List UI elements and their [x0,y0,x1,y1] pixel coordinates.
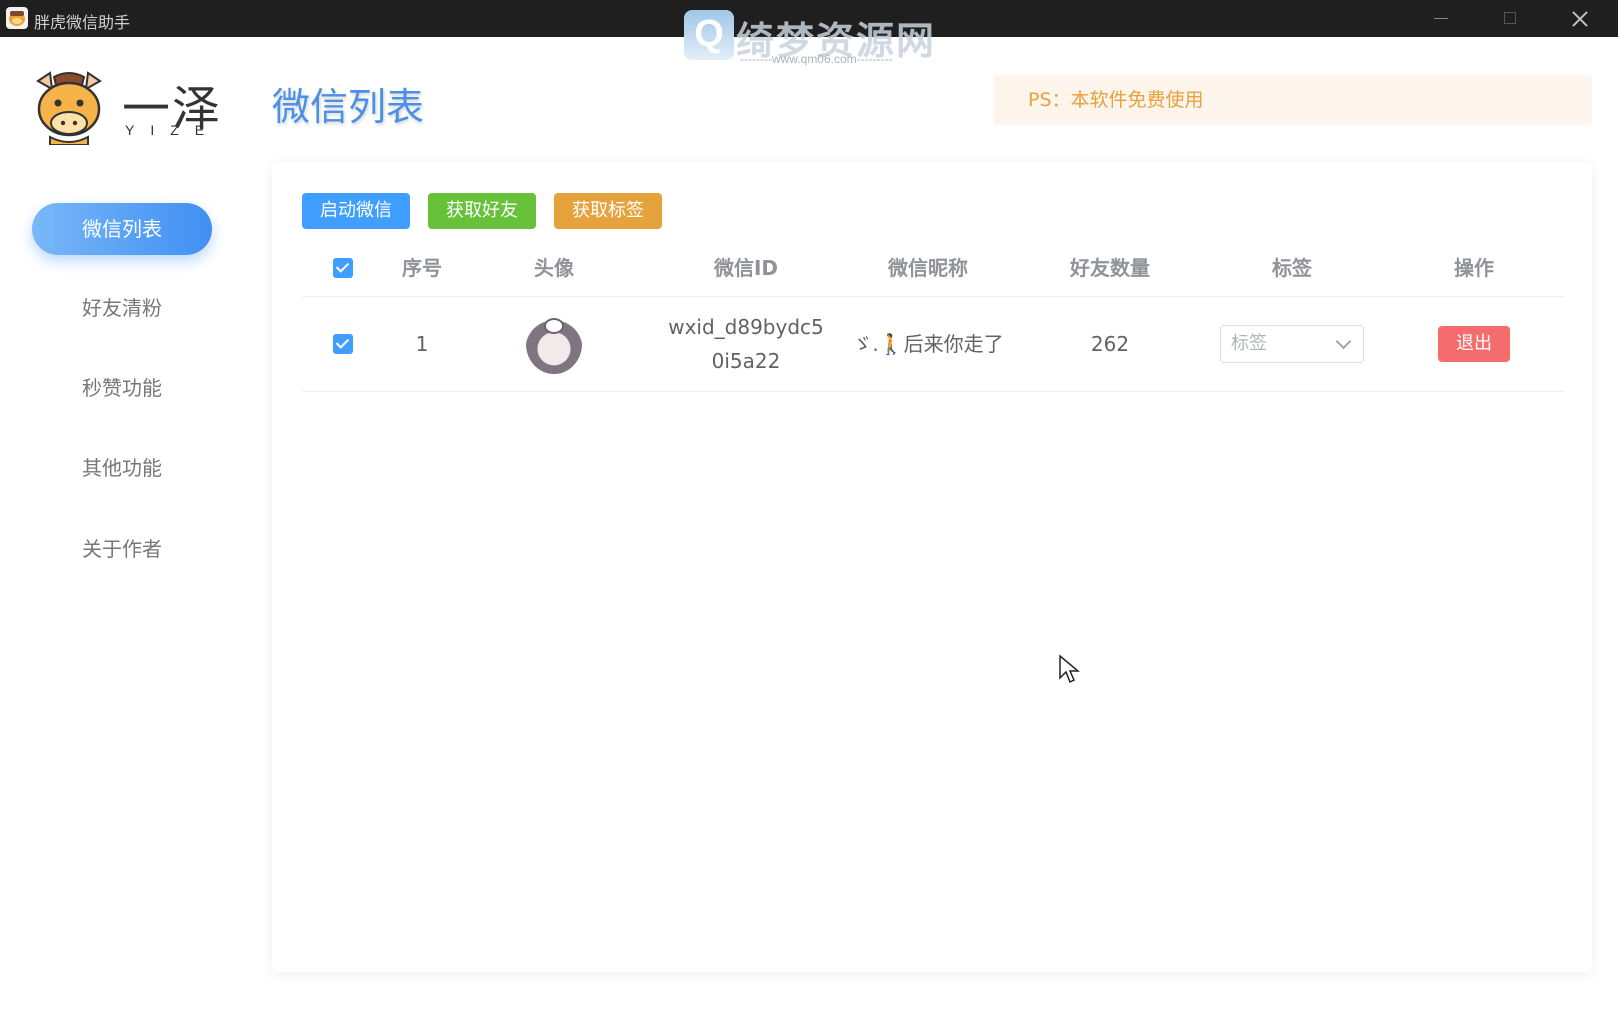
row-index: 1 [415,332,429,356]
get-friends-button[interactable]: 获取好友 [428,193,536,229]
tag-select-placeholder: 标签 [1231,333,1267,354]
watermark-subtitle: --------www.qm06.com--------- [740,52,893,66]
column-header-friend-count: 好友数量 [1070,256,1150,280]
get-tags-button[interactable]: 获取标签 [554,193,662,229]
sidebar-item-friend-clean[interactable]: 好友清粉 [32,282,212,334]
avatar [526,314,582,374]
column-header-avatar: 头像 [534,256,574,280]
chevron-down-icon [1335,333,1352,350]
sidebar-item-instant-like[interactable]: 秒赞功能 [32,362,212,414]
logout-button[interactable]: 退出 [1438,326,1510,362]
page-title: 微信列表 [272,85,425,129]
maximize-button[interactable] [1488,4,1532,32]
row-nickname: ゞ.🚶后来你走了 [852,332,1004,356]
brand-latin: YIZE [125,122,221,138]
app-window: 胖虎微信助手 Q 绮梦资源网 --------www.qm06.com-----… [0,0,1618,1019]
row-avatar-cell [502,297,606,391]
window-title: 胖虎微信助手 [34,13,131,32]
app-icon [6,7,28,29]
close-button[interactable] [1558,4,1602,32]
row-wxid: wxid_d89bydc5 0i5a22 [668,315,824,373]
column-header-nickname: 微信昵称 [888,256,968,280]
row-tag-cell: 标签 [1212,297,1372,391]
column-header-wxid: 微信ID [713,256,779,280]
sidebar-item-other[interactable]: 其他功能 [32,442,212,494]
select-all-checkbox[interactable] [333,258,353,278]
sidebar-item-wechat-list[interactable]: 微信列表 [32,203,212,255]
minimize-button[interactable] [1420,4,1464,32]
mouse-cursor-icon [1058,654,1081,684]
sidebar: 一泽 YIZE 微信列表 好友清粉 秒赞功能 其他功能 关于作者 [0,37,250,1019]
column-header-index: 序号 [402,256,442,280]
row-actions-cell: 退出 [1394,297,1554,391]
content-card: 启动微信 获取好友 获取标签 序号 头像 微信ID 微信昵称 好友数量 标签 操… [272,162,1592,972]
row-checkbox[interactable] [333,334,353,354]
notice-banner: PS：本软件免费使用 [994,75,1592,125]
cow-logo-icon [32,67,106,146]
row-friend-count: 262 [1090,332,1130,356]
tag-select[interactable]: 标签 [1220,325,1364,363]
table-header: 序号 头像 微信ID 微信昵称 好友数量 标签 操作 [302,240,1564,297]
start-wechat-button[interactable]: 启动微信 [302,193,410,229]
watermark-logo: Q [684,10,734,60]
table-row: 1 wxid_d89bydc5 0i5a22 ゞ.🚶后来你走了 262 标签 退… [302,297,1564,392]
column-header-tag: 标签 [1272,256,1312,280]
sidebar-item-about[interactable]: 关于作者 [32,523,212,575]
column-header-actions: 操作 [1454,256,1494,280]
watermark: Q 绮梦资源网 --------www.qm06.com--------- [684,8,934,68]
